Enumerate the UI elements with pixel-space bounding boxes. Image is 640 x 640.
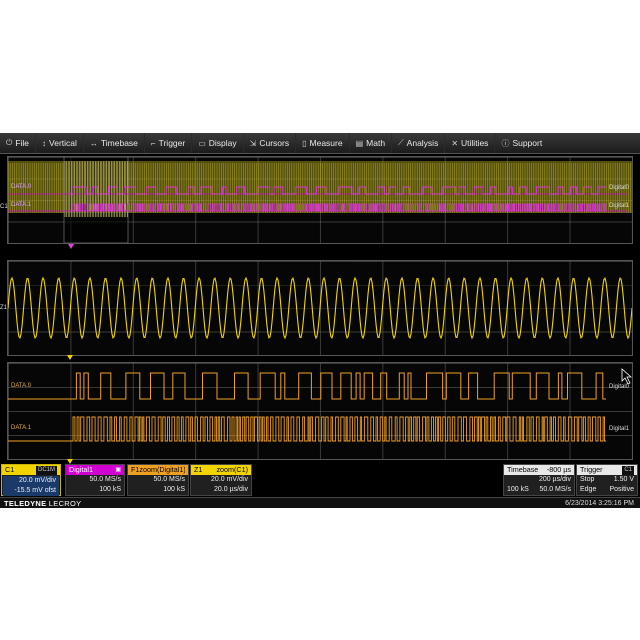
power-icon: ⏻ (6, 138, 13, 147)
info-icon: ⓘ (501, 138, 510, 148)
brand-bold: TELEDYNE (4, 498, 47, 508)
c1-name: C1 (5, 465, 15, 474)
menu-trigger[interactable]: ⌐ Trigger (143, 133, 191, 153)
f1-zoom-samples: 100 kS (163, 486, 185, 493)
math-icon: ▤ (355, 138, 364, 148)
menu-timebase[interactable]: ↔ Timebase (82, 133, 144, 153)
digital1-name: Digital1 (69, 465, 93, 474)
menu-vertical[interactable]: ↕ Vertical (35, 133, 83, 153)
digital1-rate: 50.0 MS/s (89, 476, 121, 483)
brand-logo: TELEDYNE LECROY (0, 499, 81, 508)
tools-icon: ✕ (451, 138, 459, 148)
timebase-label: Timebase (507, 465, 539, 474)
trigger-channel: C1 (622, 466, 634, 475)
digital0-tag: Digital0 (608, 185, 629, 191)
menu-label: Vertical (49, 138, 77, 148)
menu-file[interactable]: ⏻ File (0, 133, 35, 153)
menu-bar: ⏻ File ↕ Vertical ↔ Timebase ⌐ Trigger ▭ Display ⇲… (0, 133, 640, 154)
zoom-digital-grid: DATA.0 DATA.1 Digital0 Digital1 (7, 362, 633, 460)
menu-label: Analysis (406, 138, 439, 148)
zoom-trigger-marker[interactable] (67, 355, 73, 360)
zoom-trace-label-data1: DATA.1 (11, 425, 32, 431)
status-bar: TELEDYNE LECROY 6/23/2014 3:25:16 PM (0, 497, 640, 508)
timebase-rate: 50.0 MS/s (539, 486, 571, 493)
cursor-icon: ⇲ (249, 138, 257, 148)
menu-math[interactable]: ▤ Math (348, 133, 391, 153)
mouse-cursor-icon (621, 368, 632, 385)
menu-label: Cursors (259, 138, 290, 148)
timebase-samples: 100 kS (507, 486, 529, 493)
date-time: 6/23/2014 3:25:16 PM (565, 499, 634, 507)
zoom-trace-label-data0: DATA.0 (11, 383, 32, 389)
c1-channel-marker: C1 (0, 204, 8, 210)
oscilloscope-screen: ⏻ File ↕ Vertical ↔ Timebase ⌐ Trigger ▭ Display ⇲… (0, 133, 640, 508)
menu-label: Support (512, 138, 543, 148)
digital1-samples: 100 kS (99, 486, 121, 493)
overview-waveforms (8, 157, 632, 243)
f1-zoom-rate: 50.0 MS/s (153, 476, 185, 483)
zoom-digital1-tag: Digital1 (608, 426, 629, 432)
c1-offset: -15.5 mV ofst (14, 487, 56, 494)
trigger-descriptor[interactable]: Trigger C1 Stop 1.50 V Edge Positive (576, 464, 638, 496)
zoom-digital0-tag: Digital0 (608, 384, 629, 390)
menu-label: Display (208, 138, 237, 148)
timebase-div: 200 µs/div (538, 476, 571, 483)
menu-utilities[interactable]: ✕ Utilities (444, 133, 494, 153)
menu-analysis[interactable]: ⟋ Analysis (391, 133, 444, 153)
trigger-label: Trigger (580, 465, 603, 474)
display-icon: ▭ (198, 138, 206, 148)
f1-zoom-name: F1zoom(Digital1) (131, 465, 185, 474)
trigger-mode: Stop (580, 476, 595, 483)
trigger-position-marker[interactable] (68, 244, 74, 249)
trace-label-data0: DATA.0 (11, 184, 32, 190)
vertical-arrows-icon: ↕ (42, 138, 47, 148)
z1-name: Z1 (194, 465, 203, 474)
z1-channel-marker: Z1 (0, 305, 8, 311)
menu-label: Measure (309, 138, 343, 148)
menu-measure[interactable]: ▯ Measure (295, 133, 348, 153)
trace-label-data1: DATA.1 (11, 202, 32, 208)
trigger-icon: ⌐ (150, 138, 156, 148)
timebase-descriptor[interactable]: Timebase -800 µs 200 µs/div 100 kS 50.0 MS… (503, 464, 575, 496)
menu-label: Math (366, 138, 386, 148)
overview-grid: DATA.0 DATA.1 Digital0 Digital1 (7, 156, 633, 244)
analysis-icon: ⟋ (398, 138, 404, 147)
digital-zoom-waveforms (8, 368, 632, 442)
f1-zoom-descriptor[interactable]: F1zoom(Digital1) 50.0 MS/s 100 kS (127, 464, 189, 496)
trigger-level: 1.50 V (613, 476, 634, 483)
c1-descriptor[interactable]: C1 DC1M 20.0 mV/div -15.5 mV ofst (1, 464, 61, 496)
z1-volts-div: 20.0 mV/div (211, 476, 248, 483)
menu-display[interactable]: ▭ Display (191, 133, 242, 153)
timebase-delay: -800 µs (546, 465, 571, 474)
digital1-tag: Digital1 (608, 203, 629, 209)
measure-icon: ▯ (302, 138, 307, 148)
horizontal-arrows-icon: ↔ (89, 138, 98, 148)
zoom-region[interactable] (63, 157, 129, 243)
trigger-type: Edge (580, 486, 597, 493)
c1-volts-div: 20.0 mV/div (19, 477, 56, 484)
trigger-slope: Positive (609, 486, 634, 493)
sine-trace (8, 276, 632, 340)
zoom-data1-trace (70, 416, 606, 442)
zoom-c1-grid (7, 260, 633, 356)
z1-function: zoom(C1) (216, 465, 248, 474)
c1-coupling: DC1M (35, 466, 57, 475)
menu-cursors[interactable]: ⇲ Cursors (242, 133, 295, 153)
menu-label: Trigger (158, 138, 186, 148)
menu-support[interactable]: ⓘ Support (494, 133, 548, 153)
menu-label: Timebase (100, 138, 138, 148)
menu-label: Utilities (461, 138, 489, 148)
digital1-box-icon: ▣ (115, 467, 121, 473)
digital1-descriptor[interactable]: Digital1 ▣ 50.0 MS/s 100 kS (65, 464, 125, 496)
sine-waveform (8, 276, 632, 340)
menu-label: File (15, 138, 30, 148)
zoom-data0-trace (70, 372, 606, 400)
z1-time-div: 20.0 µs/div (214, 486, 248, 493)
brand-light: LECROY (46, 498, 82, 508)
z1-descriptor[interactable]: Z1 zoom(C1) 20.0 mV/div 20.0 µs/div (190, 464, 252, 496)
